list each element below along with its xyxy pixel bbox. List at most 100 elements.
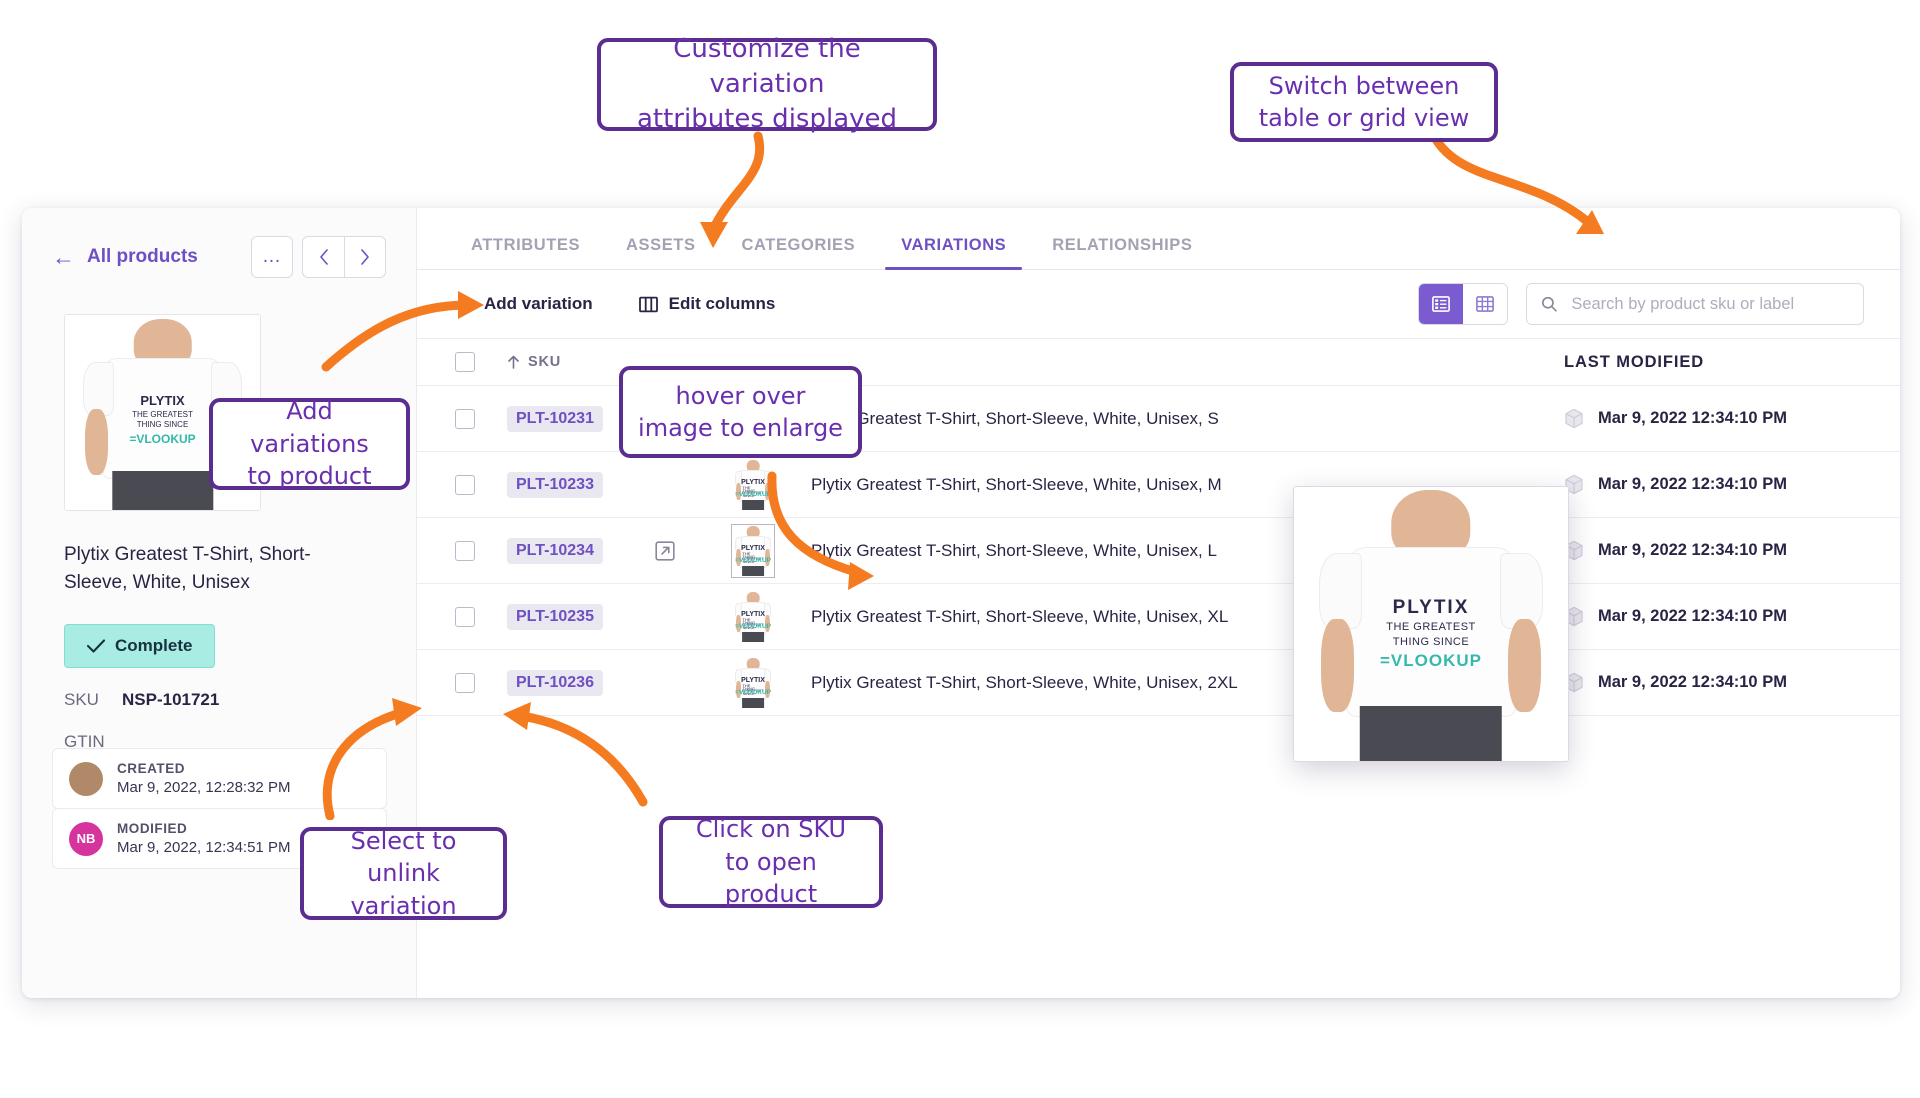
shirt-line-4: =VLOOKUP <box>735 688 771 696</box>
check-icon <box>87 639 105 653</box>
open-external-icon <box>655 540 675 561</box>
status-badge-label: Complete <box>115 636 193 656</box>
status-badge[interactable]: Complete <box>64 624 216 669</box>
created-label: CREATED <box>117 761 186 776</box>
tshirt-illustration-large: PLYTIX THE GREATEST THING SINCE =VLOOKUP <box>1294 487 1568 761</box>
callout-text: hover over image to enlarge <box>638 381 843 442</box>
tab-categories[interactable]: CATEGORIES <box>726 236 872 269</box>
callout-customize-attributes: Customize the variation attributes displ… <box>597 34 937 134</box>
sku-value: NSP-101721 <box>122 690 220 710</box>
sidebar-header-buttons: … <box>251 236 386 278</box>
tab-bar: ATTRIBUTES ASSETS CATEGORIES VARIATIONS … <box>417 208 1900 270</box>
plus-icon <box>455 295 473 313</box>
search-input[interactable] <box>1569 293 1849 315</box>
callout-text: Select to unlink variation <box>350 826 457 920</box>
shirt-line-3: THING SINCE <box>1392 636 1470 649</box>
table-row[interactable]: PLT-10233 PLYTIX THE GREATEST THING SINC… <box>417 452 1900 518</box>
image-hover-preview: PLYTIX THE GREATEST THING SINCE =VLOOKUP <box>1293 486 1569 762</box>
row-sku-link[interactable]: PLT-10231 <box>507 405 603 432</box>
row-last-modified-value: Mar 9, 2022 12:34:10 PM <box>1598 409 1787 427</box>
row-thumbnail[interactable]: PLYTIX THE GREATEST THING SINCE =VLOOKUP <box>731 457 775 512</box>
chevron-right-icon <box>361 249 369 265</box>
table-row[interactable]: PLT-10234 PLYTIX THE GREATEST THING SINC… <box>417 518 1900 584</box>
column-header-sku-label: SKU <box>528 354 562 370</box>
shirt-line-4: =VLOOKUP <box>735 556 771 564</box>
view-toggle <box>1418 283 1508 325</box>
shirt-line-4: =VLOOKUP <box>1380 651 1482 671</box>
ellipsis-icon: … <box>262 246 282 267</box>
callout-select-unlink: Select to unlink variation <box>300 827 507 920</box>
tab-relationships[interactable]: RELATIONSHIPS <box>1036 236 1208 269</box>
row-checkbox[interactable] <box>455 540 475 561</box>
row-thumbnail-cell: PLYTIX THE GREATEST THING SINCE =VLOOKUP <box>731 457 811 512</box>
row-thumbnail-cell: PLYTIX THE GREATEST THING SINCE =VLOOKUP <box>731 523 811 578</box>
row-checkbox[interactable] <box>455 672 475 693</box>
shirt-line-2: THE GREATEST <box>1386 621 1476 634</box>
row-thumbnail-cell: PLYTIX THE GREATEST THING SINCE =VLOOKUP <box>731 589 811 644</box>
row-sku-link[interactable]: PLT-10233 <box>507 471 603 498</box>
column-header-last-modified-label: LAST MODIFIED <box>1564 352 1705 371</box>
back-arrow-icon: ← <box>52 243 75 270</box>
search-icon <box>1541 296 1557 312</box>
row-checkbox[interactable] <box>455 606 475 627</box>
callout-click-sku: Click on SKU to open product <box>659 815 883 909</box>
toolbar-right-group <box>1418 283 1864 325</box>
shirt-line-4: =VLOOKUP <box>735 490 771 498</box>
row-thumbnail[interactable]: PLYTIX THE GREATEST THING SINCE =VLOOKUP <box>731 589 775 644</box>
row-last-modified-value: Mar 9, 2022 12:34:10 PM <box>1598 475 1787 493</box>
row-last-modified-value: Mar 9, 2022 12:34:10 PM <box>1598 541 1787 559</box>
row-thumbnail[interactable]: PLYTIX THE GREATEST THING SINCE =VLOOKUP <box>731 523 775 578</box>
callout-text: Click on SKU to open product <box>695 815 847 909</box>
row-sku-link[interactable]: PLT-10236 <box>507 669 603 696</box>
callout-text: Switch between table or grid view <box>1258 71 1470 132</box>
edit-columns-label: Edit columns <box>668 294 776 313</box>
row-open-cell[interactable] <box>655 540 731 561</box>
tab-attributes[interactable]: ATTRIBUTES <box>455 236 596 269</box>
row-last-modified: Mar 9, 2022 12:34:10 PM <box>1564 606 1864 627</box>
row-thumbnail[interactable]: PLYTIX THE GREATEST THING SINCE =VLOOKUP <box>731 655 775 710</box>
list-view-icon <box>1432 296 1450 312</box>
search-box[interactable] <box>1526 283 1864 325</box>
cube-icon <box>1565 408 1583 429</box>
row-select-cell <box>455 540 507 561</box>
callout-text: Customize the variation attributes displ… <box>636 33 898 135</box>
column-header-last-modified[interactable]: LAST MODIFIED <box>1564 353 1864 372</box>
table-view-button[interactable] <box>1419 284 1463 324</box>
product-title: Plytix Greatest T-Shirt, Short-Sleeve, W… <box>64 544 311 593</box>
select-all-checkbox[interactable] <box>455 352 475 372</box>
table-row[interactable]: PLT-10235 PLYTIX THE GREATEST THING SINC… <box>417 584 1900 650</box>
row-select-cell <box>455 606 507 627</box>
shirt-line-1: PLYTIX <box>1392 596 1470 618</box>
row-sku-link[interactable]: PLT-10235 <box>507 603 603 630</box>
more-options-button[interactable]: … <box>251 236 293 278</box>
row-last-modified: Mar 9, 2022 12:34:10 PM <box>1564 474 1864 495</box>
modified-label: MODIFIED <box>117 821 188 836</box>
arrow-up-icon <box>508 355 519 369</box>
callout-text: Add variations to product <box>247 397 372 491</box>
edit-columns-button[interactable]: Edit columns <box>638 294 776 314</box>
add-variation-button[interactable]: Add variation <box>455 294 593 314</box>
grid-view-button[interactable] <box>1463 284 1507 324</box>
shirt-line-1: PLYTIX <box>140 393 185 408</box>
row-last-modified: Mar 9, 2022 12:34:10 PM <box>1564 408 1864 429</box>
previous-product-button[interactable] <box>302 236 344 278</box>
row-checkbox[interactable] <box>455 474 475 495</box>
row-checkbox[interactable] <box>455 408 475 429</box>
back-to-all-products-link[interactable]: ← All products <box>52 243 198 270</box>
row-sku-cell: PLT-10236 <box>507 669 655 696</box>
tab-variations[interactable]: VARIATIONS <box>885 236 1023 270</box>
callout-hover-image: hover over image to enlarge <box>619 366 862 458</box>
row-last-modified-value: Mar 9, 2022 12:34:10 PM <box>1598 607 1787 625</box>
row-label: Plytix Greatest T-Shirt, Short-Sleeve, W… <box>811 408 1219 428</box>
table-row[interactable]: PLT-10236 PLYTIX THE GREATEST THING SINC… <box>417 650 1900 716</box>
variations-toolbar: Add variation Edit columns <box>417 270 1900 338</box>
row-sku-link[interactable]: PLT-10234 <box>507 537 603 564</box>
row-sku-cell: PLT-10233 <box>507 471 655 498</box>
tab-assets[interactable]: ASSETS <box>610 236 711 269</box>
created-value: Mar 9, 2022, 12:28:32 PM <box>117 779 291 796</box>
sku-label: SKU <box>64 690 99 710</box>
next-product-button[interactable] <box>344 236 386 278</box>
row-select-cell <box>455 672 507 693</box>
shirt-line-4: =VLOOKUP <box>735 622 771 630</box>
callout-add-variations: Add variations to product <box>209 397 410 491</box>
